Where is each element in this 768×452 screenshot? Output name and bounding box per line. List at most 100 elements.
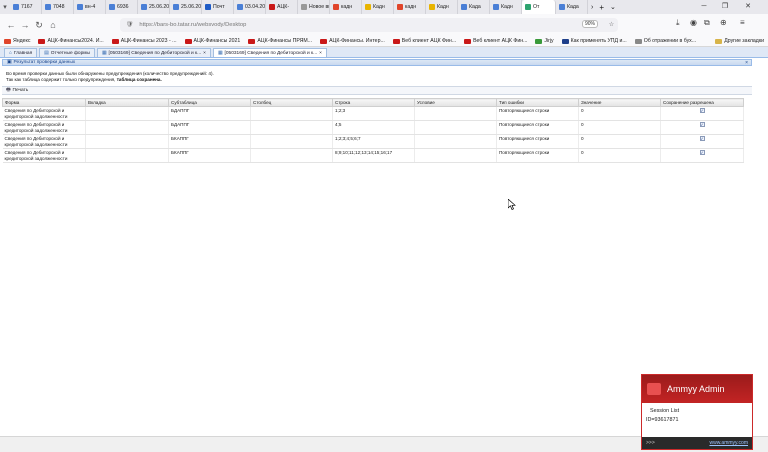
browser-tab[interactable]: 03.04.202	[234, 0, 266, 14]
browser-tab[interactable]: Кадн	[362, 0, 394, 14]
bookmark-item[interactable]: Яндекс	[0, 38, 34, 44]
back-icon[interactable]: ←	[4, 20, 18, 30]
sync-icon[interactable]: ⊕	[720, 18, 727, 27]
browser-tab[interactable]: АЦК-	[266, 0, 298, 14]
tab-favicon-icon	[141, 4, 147, 10]
save-allowed-checkbox[interactable]: ✓	[699, 150, 705, 155]
panel-header: ▣ Результат проверки данных ×	[2, 59, 752, 66]
bookmark-item[interactable]: АЦК-Финансы 2023 - ...	[108, 38, 181, 44]
bookmark-item[interactable]: АЦК-Финансы2024. И...	[34, 38, 107, 44]
ammyy-website-link[interactable]: www.ammyy.com	[709, 440, 748, 446]
browser-tab[interactable]: 7048	[42, 0, 74, 14]
table-row[interactable]: Сведения по Дебиторской и кредиторской з…	[2, 106, 744, 121]
browser-tab[interactable]: Када	[556, 0, 588, 14]
tab-label: Кадн	[437, 4, 449, 10]
column-header[interactable]: Субтаблица	[168, 98, 251, 107]
column-header[interactable]: Строка	[332, 98, 415, 107]
app-tab-home[interactable]: ⌂ Главная	[4, 48, 38, 57]
tab-list-icon[interactable]: ▾	[0, 3, 10, 11]
save-allowed-checkbox[interactable]: ✓	[699, 108, 705, 113]
column-header[interactable]: Условие	[414, 98, 497, 107]
cell-allowed: ✓	[660, 106, 744, 121]
app-tab-report-2[interactable]: ▦ [0503169] Сведения по Дебиторской и к.…	[212, 48, 327, 57]
browser-tab[interactable]: Када	[458, 0, 490, 14]
document-icon: ▦	[101, 50, 107, 56]
tab-favicon-icon	[237, 4, 243, 10]
save-allowed-checkbox[interactable]: ✓	[699, 122, 705, 127]
account-icon[interactable]: ◉	[690, 18, 697, 27]
table-row[interactable]: Сведения по Дебиторской и кредиторской з…	[2, 134, 744, 149]
new-tab-icon[interactable]: +	[596, 3, 607, 12]
close-window-icon[interactable]: ✕	[739, 0, 757, 14]
bookmark-icon	[111, 38, 119, 44]
browser-tab[interactable]: кадн	[394, 0, 426, 14]
home-icon[interactable]: ⌂	[46, 20, 60, 30]
cell-value: 0	[578, 134, 661, 149]
browser-tab[interactable]: 6936	[106, 0, 138, 14]
bookmark-star-icon[interactable]: ☆	[609, 22, 614, 28]
extension-icon[interactable]: ⧉	[704, 18, 710, 28]
app-tab-forms[interactable]: ▤ Отчетные формы	[39, 48, 95, 57]
print-button[interactable]: 🖶 Печать	[6, 87, 28, 95]
bookmark-item[interactable]: Как применять УПД и...	[558, 38, 631, 44]
expand-button[interactable]: >>>	[646, 440, 655, 446]
reload-icon[interactable]: ↻	[32, 20, 46, 31]
bookmark-item[interactable]: Jirjy	[531, 38, 557, 44]
forms-icon: ▤	[44, 50, 49, 56]
column-header[interactable]: Значение	[578, 98, 661, 107]
browser-tab[interactable]: Почт	[202, 0, 234, 14]
bookmark-item[interactable]: Веб клиент АЦК Фин...	[460, 38, 531, 44]
cell-column	[250, 106, 333, 121]
cell-tab	[85, 120, 169, 135]
address-bar[interactable]: 🛡 https://bars-bo.tatar.ru/websvody/Desk…	[120, 18, 618, 32]
column-header[interactable]: Сохранение разрешена	[660, 98, 744, 107]
column-header[interactable]: Вкладка	[85, 98, 169, 107]
bookmark-icon	[248, 38, 256, 44]
browser-tab[interactable]: 7167	[10, 0, 42, 14]
browser-tab[interactable]: кадн	[330, 0, 362, 14]
other-bookmarks[interactable]: Другие закладки	[711, 38, 768, 44]
bookmark-icon	[184, 38, 192, 44]
panel-close-icon[interactable]: ×	[745, 60, 748, 66]
bookmark-item[interactable]: АЦК-Финансы 2021	[181, 38, 245, 44]
cell-error-type: Повторяющиеся строки	[496, 106, 579, 121]
tab-overflow-icon[interactable]: ⌄	[607, 3, 619, 11]
minimize-icon[interactable]: ─	[695, 0, 713, 14]
browser-tab-strip: ▾ 7167 7048 вн-4 6936 25.06.202 25.06.202 Почт…	[0, 0, 768, 14]
maximize-icon[interactable]: ❐	[716, 0, 734, 14]
bookmark-icon	[634, 38, 642, 44]
browser-tab[interactable]: 25.06.202	[138, 0, 170, 14]
session-list-link[interactable]: Session List	[642, 403, 752, 414]
bookmark-item[interactable]: Веб клиент АЦК Фин...	[389, 38, 460, 44]
close-tab-icon[interactable]: ×	[319, 51, 322, 56]
browser-tab[interactable]: Новое вк	[298, 0, 330, 14]
column-header[interactable]: Столбец	[250, 98, 333, 107]
zoom-indicator[interactable]: 90%	[581, 20, 598, 28]
bookmark-item[interactable]: АЦК-Финансы ПРЯМ...	[244, 38, 316, 44]
ammyy-title: Ammyy Admin	[667, 384, 725, 394]
browser-tab[interactable]: вн-4	[74, 0, 106, 14]
browser-tab[interactable]: Кадн	[490, 0, 522, 14]
column-header[interactable]: Тип ошибки	[496, 98, 579, 107]
forward-icon[interactable]: →	[18, 20, 32, 30]
cell-row: 1;2;3;4;5;6;7	[332, 134, 415, 149]
app-tab-report-1[interactable]: ▦ [0503169] Сведения по Дебиторской и к.…	[96, 48, 211, 57]
column-header[interactable]: Форма	[2, 98, 86, 107]
tab-label: Када	[567, 4, 579, 10]
downloads-icon[interactable]: ⤓	[676, 18, 680, 28]
menu-icon[interactable]: ≡	[740, 18, 745, 27]
browser-tab[interactable]: Кадн	[426, 0, 458, 14]
bookmark-item[interactable]: АЦК-Финансы. Интер...	[316, 38, 389, 44]
cell-row: 1;2;3	[332, 106, 415, 121]
table-row[interactable]: Сведения по Дебиторской и кредиторской з…	[2, 148, 744, 163]
browser-tab[interactable]: От	[522, 0, 556, 14]
table-row[interactable]: Сведения по Дебиторской и кредиторской з…	[2, 120, 744, 135]
save-allowed-checkbox[interactable]: ✓	[699, 136, 705, 141]
bookmark-item[interactable]: Об отражении в бух...	[631, 38, 700, 44]
ammyy-admin-window[interactable]: Ammyy Admin Session List ID=93617871 >>>…	[641, 374, 753, 450]
close-tab-icon[interactable]: ×	[203, 51, 206, 56]
grid-body: Сведения по Дебиторской и кредиторской з…	[2, 106, 744, 163]
tab-label: Новое вк	[309, 4, 330, 10]
tab-scroll-right-icon[interactable]: ›	[588, 4, 596, 11]
browser-tab[interactable]: 25.06.202	[170, 0, 202, 14]
